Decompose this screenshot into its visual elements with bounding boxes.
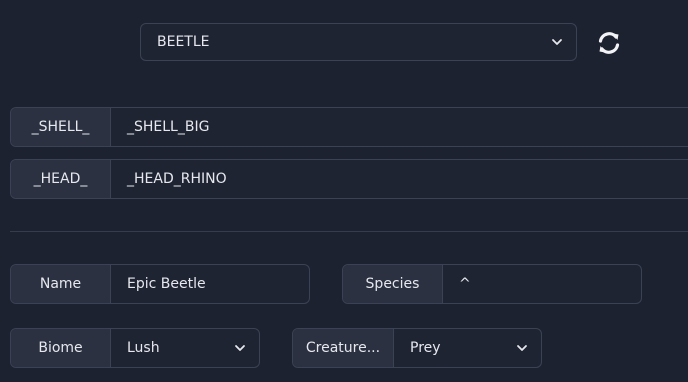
name-group: Name Epic Beetle (10, 264, 310, 304)
creature-group: Creature... Prey (292, 328, 542, 368)
chevron-down-icon (552, 39, 562, 45)
head-part-group: _HEAD_ _HEAD_RHINO (10, 159, 688, 199)
shell-part-label: _SHELL_ (11, 108, 111, 146)
biome-label: Biome (11, 329, 111, 367)
shell-part-group: _SHELL_ _SHELL_BIG (10, 107, 688, 147)
biome-select[interactable]: Lush (111, 329, 259, 367)
creature-select-value: Prey (410, 340, 441, 356)
biome-group: Biome Lush (10, 328, 260, 368)
head-part-input[interactable]: _HEAD_RHINO (111, 160, 688, 198)
chevron-down-icon (517, 345, 527, 351)
refresh-button[interactable] (592, 26, 626, 60)
creature-type-select-value: BEETLE (157, 34, 210, 50)
biome-select-value: Lush (127, 340, 160, 356)
species-input[interactable]: ^ (443, 265, 641, 303)
creature-select[interactable]: Prey (394, 329, 541, 367)
section-divider (10, 231, 688, 232)
creature-label: Creature... (293, 329, 394, 367)
creature-editor: BEETLE _SHELL_ _SHELL_BIG _HEAD_ _HEAD_R… (0, 0, 688, 382)
shell-part-input[interactable]: _SHELL_BIG (111, 108, 688, 146)
name-label: Name (11, 265, 111, 303)
refresh-icon (598, 32, 620, 54)
chevron-down-icon (235, 345, 245, 351)
name-input[interactable]: Epic Beetle (111, 265, 309, 303)
species-group: Species ^ (342, 264, 642, 304)
creature-type-select[interactable]: BEETLE (140, 23, 577, 61)
head-part-label: _HEAD_ (11, 160, 111, 198)
species-label: Species (343, 265, 443, 303)
